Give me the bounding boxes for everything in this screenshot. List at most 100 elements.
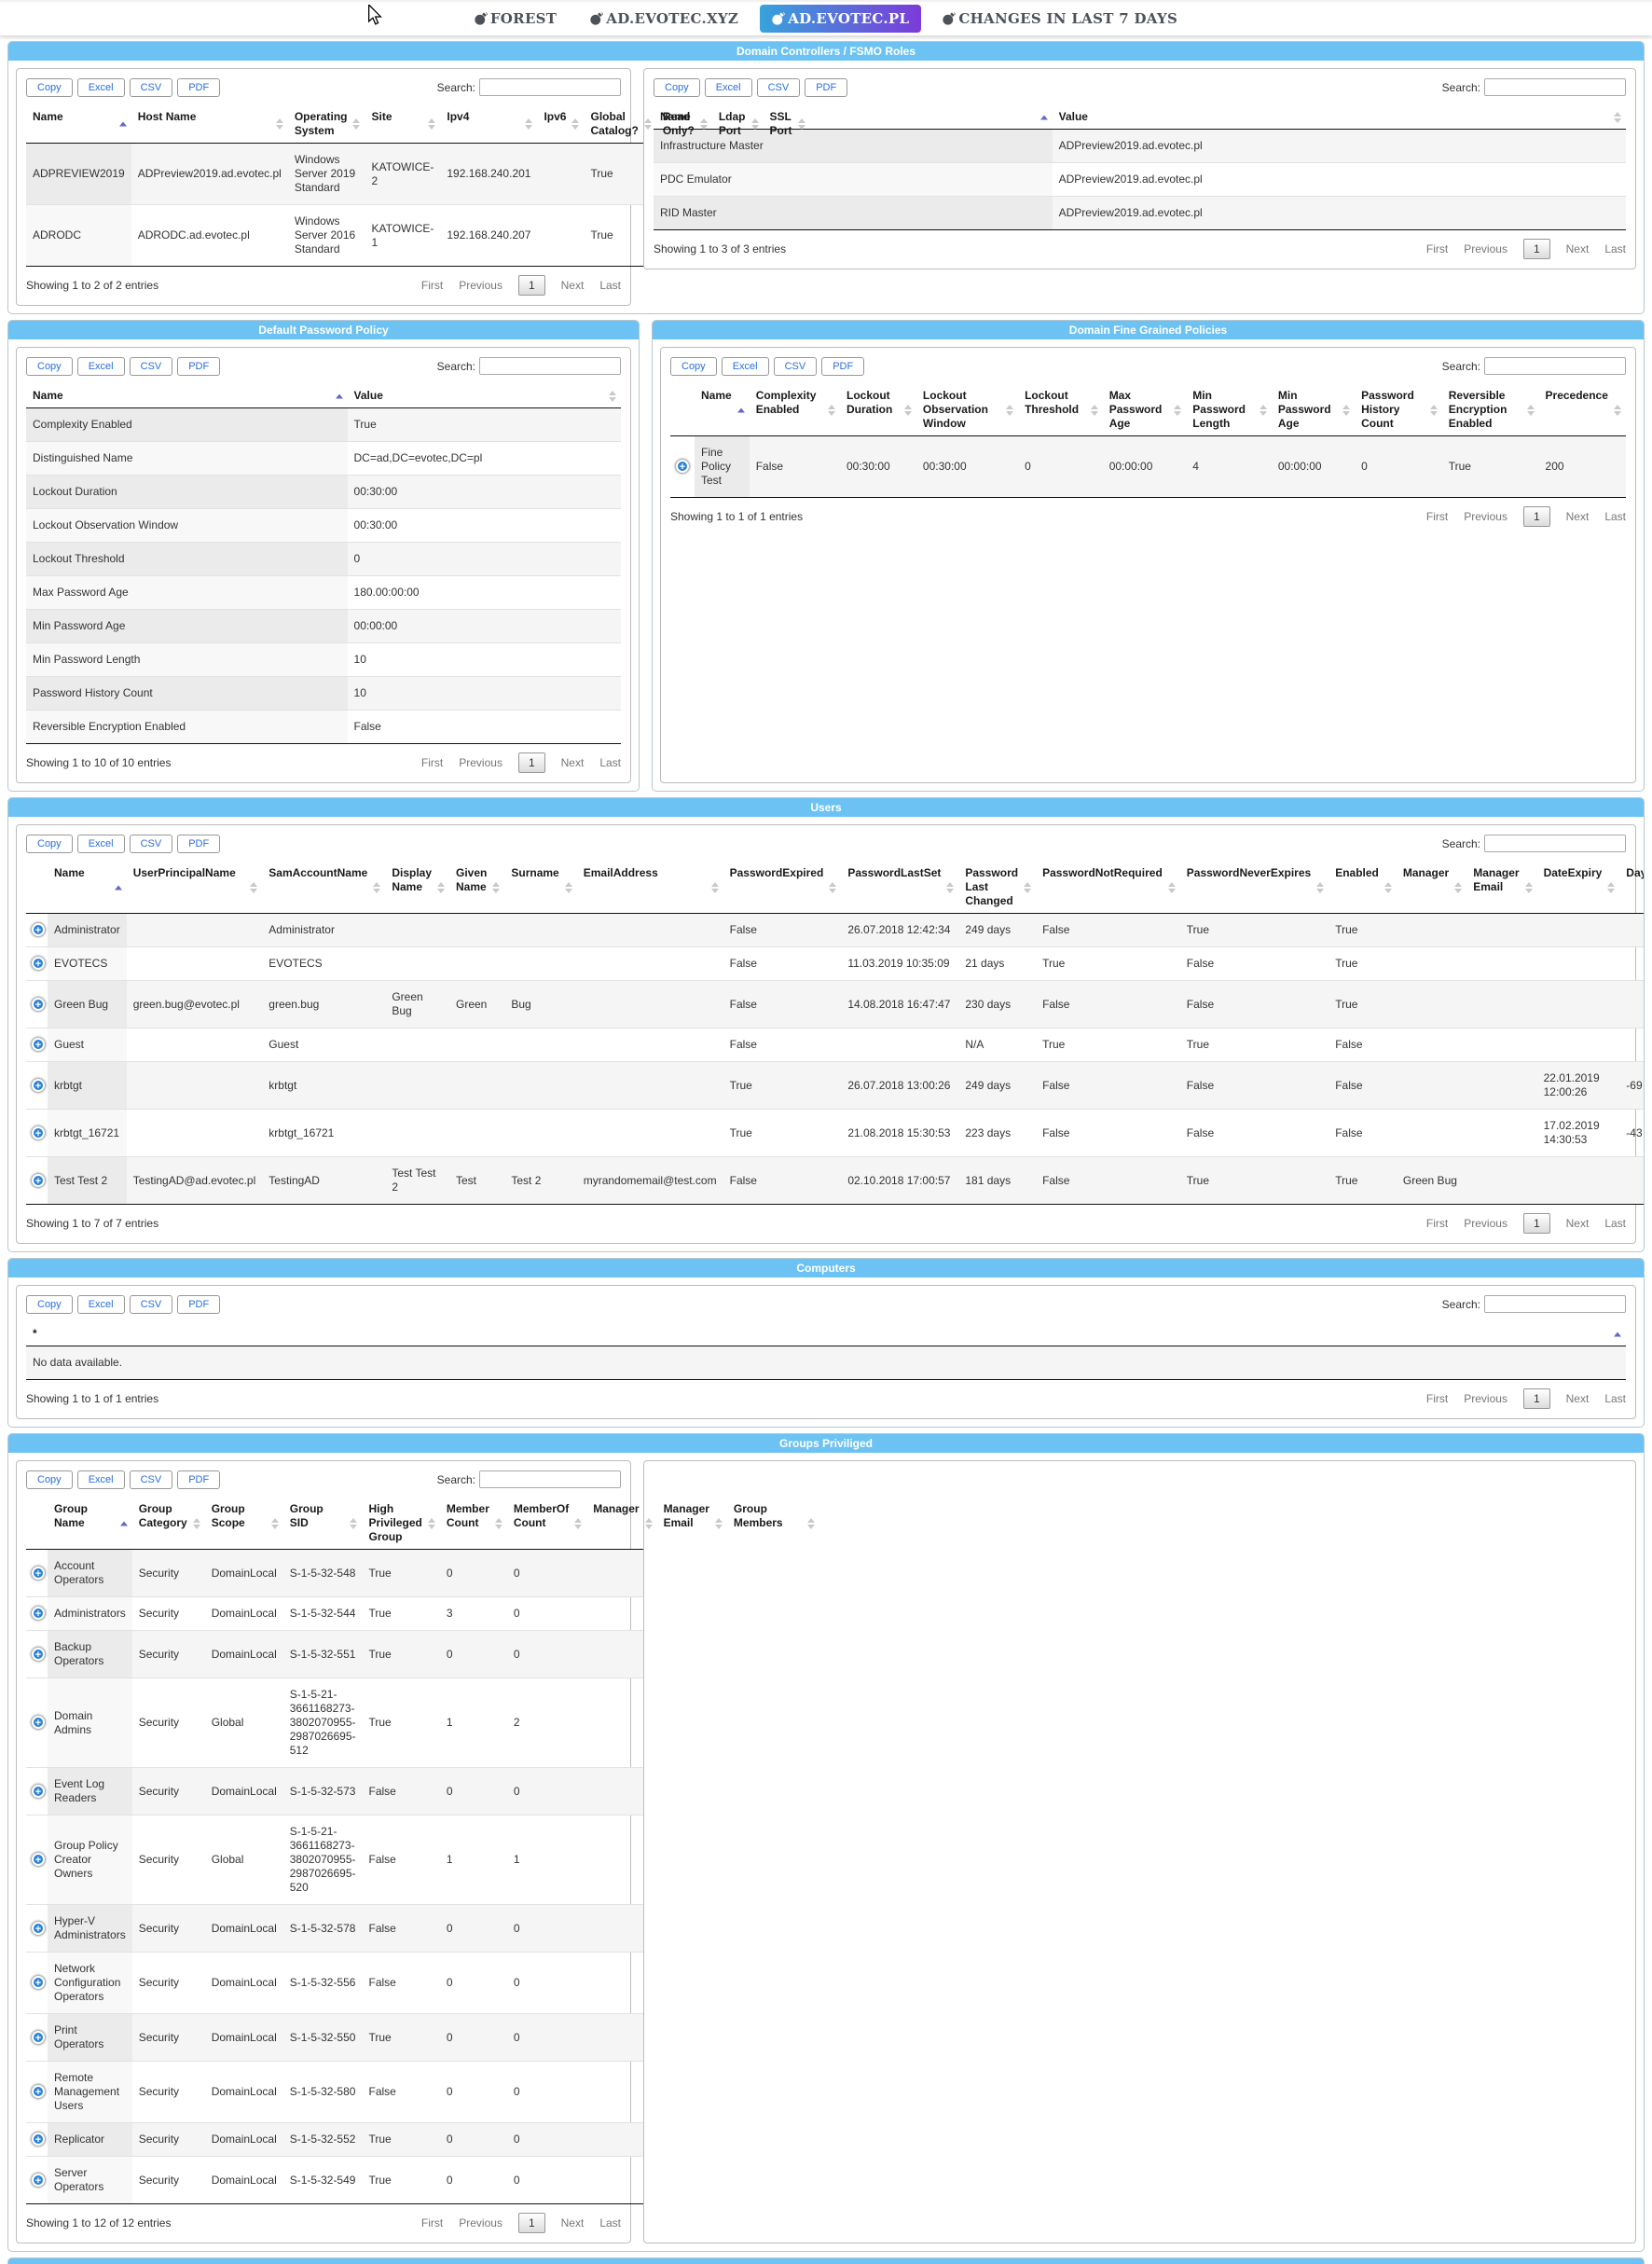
column-header-precedence[interactable]: Precedence	[1539, 384, 1626, 436]
pagination-last[interactable]: Last	[1604, 1217, 1626, 1230]
column-header-group-members[interactable]: Group Members	[727, 1498, 819, 1550]
tab-ad-evotec-xyz[interactable]: AD.EVOTEC.XYZ	[578, 5, 750, 33]
column-header-passwordexpired[interactable]: PasswordExpired	[723, 862, 842, 914]
copy-button[interactable]: Copy	[26, 1295, 73, 1314]
expand-row-button[interactable]: +	[32, 1922, 45, 1935]
column-header-name[interactable]: Name	[48, 862, 127, 914]
pagination-next[interactable]: Next	[1566, 1392, 1590, 1405]
pagination-first[interactable]: First	[1426, 242, 1448, 255]
pagination-last[interactable]: Last	[1604, 510, 1626, 523]
pagination-page-1[interactable]: 1	[518, 2213, 545, 2233]
column-header-display-name[interactable]: Display Name	[385, 862, 449, 914]
column-header-lockout-observation-window[interactable]: Lockout Observation Window	[916, 384, 1018, 436]
column-header-group-sid[interactable]: Group SID	[283, 1498, 363, 1550]
copy-button[interactable]: Copy	[26, 1470, 73, 1489]
column-header-passwordlastset[interactable]: PasswordLastSet	[841, 862, 958, 914]
column-header-lockout-threshold[interactable]: Lockout Threshold	[1018, 384, 1103, 436]
pagination-previous[interactable]: Previous	[459, 279, 502, 292]
pagination-last[interactable]: Last	[1604, 1392, 1626, 1405]
expand-row-button[interactable]: +	[32, 1648, 45, 1661]
column-header-lockout-duration[interactable]: Lockout Duration	[840, 384, 916, 436]
expand-row-button[interactable]: +	[32, 957, 45, 970]
pagination-next[interactable]: Next	[561, 279, 585, 292]
expand-row-button[interactable]: +	[32, 1126, 45, 1139]
column-header-min-password-length[interactable]: Min Password Length	[1186, 384, 1272, 436]
pdf-button[interactable]: PDF	[821, 357, 864, 376]
copy-button[interactable]: Copy	[26, 357, 73, 376]
expand-row-button[interactable]: +	[32, 1716, 45, 1729]
column-header-passwordneverexpires[interactable]: PasswordNeverExpires	[1180, 862, 1328, 914]
search-input[interactable]	[1484, 357, 1626, 375]
column-header-password-last-changed[interactable]: Password Last Changed	[958, 862, 1036, 914]
column-header-host-name[interactable]: Host Name	[131, 105, 288, 144]
pagination-last[interactable]: Last	[599, 756, 621, 769]
column-header-group-scope[interactable]: Group Scope	[205, 1498, 283, 1550]
copy-button[interactable]: Copy	[670, 357, 717, 376]
column-header-surname[interactable]: Surname	[504, 862, 576, 914]
pagination-page-1[interactable]: 1	[1523, 1213, 1550, 1234]
expand-row-button[interactable]: +	[32, 1038, 45, 1051]
excel-button[interactable]: Excel	[77, 357, 125, 376]
expand-row-button[interactable]: +	[32, 2174, 45, 2187]
search-input[interactable]	[479, 357, 621, 375]
pagination-page-1[interactable]: 1	[1523, 1388, 1550, 1409]
column-header-value[interactable]: Value	[348, 384, 621, 408]
pdf-button[interactable]: PDF	[177, 835, 220, 853]
copy-button[interactable]: Copy	[654, 78, 700, 97]
pagination-next[interactable]: Next	[1566, 242, 1590, 255]
expand-row-button[interactable]: +	[32, 998, 45, 1011]
excel-button[interactable]: Excel	[77, 835, 125, 853]
excel-button[interactable]: Excel	[77, 1470, 125, 1489]
expand-row-button[interactable]: +	[32, 2085, 45, 2098]
pagination-next[interactable]: Next	[561, 756, 585, 769]
expand-row-button[interactable]: +	[32, 2031, 45, 2044]
pagination-first[interactable]: First	[421, 279, 443, 292]
csv-button[interactable]: CSV	[130, 78, 173, 97]
search-input[interactable]	[479, 1470, 621, 1488]
pdf-button[interactable]: PDF	[177, 357, 220, 376]
expand-row-button[interactable]: +	[32, 1079, 45, 1092]
column-header-name[interactable]: Name	[26, 105, 131, 144]
csv-button[interactable]: CSV	[757, 78, 801, 97]
column-header-samaccountname[interactable]: SamAccountName	[262, 862, 385, 914]
pagination-last[interactable]: Last	[1604, 242, 1626, 255]
column-header-ipv4[interactable]: Ipv4	[440, 105, 537, 144]
expand-row-button[interactable]: +	[32, 1567, 45, 1580]
column-header-value[interactable]: Value	[1053, 105, 1626, 130]
column-header-operating-system[interactable]: Operating System	[288, 105, 365, 144]
column-header-enabled[interactable]: Enabled	[1328, 862, 1397, 914]
column-header-manager[interactable]: Manager	[1397, 862, 1466, 914]
expand-row-button[interactable]: +	[32, 1785, 45, 1798]
expand-row-button[interactable]: +	[32, 2133, 45, 2146]
pagination-page-1[interactable]: 1	[518, 752, 545, 773]
column-header-group-name[interactable]: Group Name	[48, 1498, 132, 1550]
csv-button[interactable]: CSV	[130, 357, 173, 376]
tab-forest[interactable]: FOREST	[462, 5, 569, 33]
pagination-previous[interactable]: Previous	[1464, 1392, 1507, 1405]
column-header-given-name[interactable]: Given Name	[449, 862, 504, 914]
column-header-password-history-count[interactable]: Password History Count	[1355, 384, 1442, 436]
column-header-manager[interactable]: Manager	[586, 1498, 656, 1550]
pagination-first[interactable]: First	[1426, 1217, 1448, 1230]
column-header-site[interactable]: Site	[365, 105, 440, 144]
pagination-previous[interactable]: Previous	[1464, 1217, 1507, 1230]
excel-button[interactable]: Excel	[705, 78, 752, 97]
column-header-max-password-age[interactable]: Max Password Age	[1103, 384, 1187, 436]
copy-button[interactable]: Copy	[26, 78, 73, 97]
column-header-manager-email[interactable]: Manager Email	[1466, 862, 1536, 914]
expand-row-button[interactable]: +	[32, 1853, 45, 1866]
pagination-last[interactable]: Last	[599, 279, 621, 292]
column-header-name[interactable]: Name	[26, 384, 348, 408]
csv-button[interactable]: CSV	[130, 835, 173, 853]
pagination-page-1[interactable]: 1	[1523, 506, 1550, 527]
pagination-next[interactable]: Next	[1566, 510, 1590, 523]
expand-row-button[interactable]: +	[32, 1174, 45, 1187]
expand-row-button[interactable]: +	[32, 1976, 45, 1989]
pagination-next[interactable]: Next	[561, 2216, 585, 2229]
column-header-complexity-enabled[interactable]: Complexity Enabled	[750, 384, 840, 436]
column-header-[interactable]: *	[26, 1322, 1626, 1346]
column-header-name[interactable]: Name	[695, 384, 750, 436]
column-header-userprincipalname[interactable]: UserPrincipalName	[127, 862, 263, 914]
excel-button[interactable]: Excel	[77, 78, 125, 97]
tab-changes-in-last-7-days[interactable]: CHANGES IN LAST 7 DAYS	[930, 5, 1190, 33]
